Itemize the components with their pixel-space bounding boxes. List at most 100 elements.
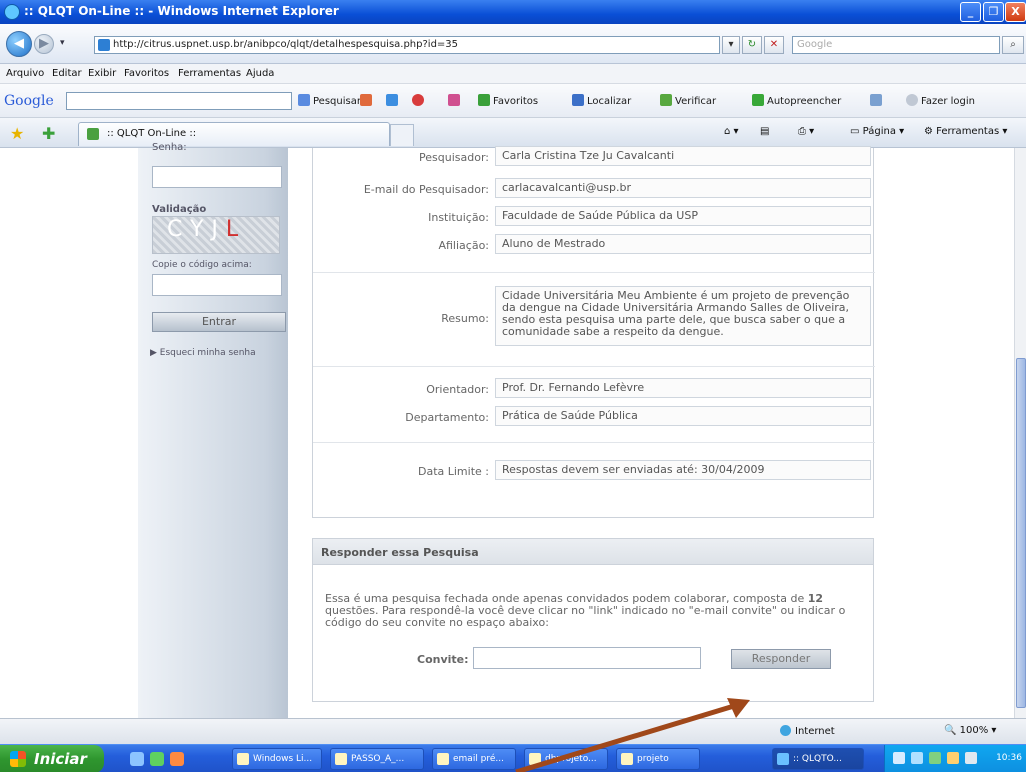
search-input[interactable]: Google xyxy=(792,36,1000,54)
toolbar-pesquisar-label: Pesquisar xyxy=(313,96,361,107)
task-dbprojeto[interactable]: dbprojeto... xyxy=(524,748,608,770)
print-icon[interactable]: ⎙ ▾ xyxy=(798,126,814,137)
taskbar: Iniciar Windows Li... PASSO_A_... email … xyxy=(0,744,1026,772)
menu-favoritos[interactable]: Favoritos xyxy=(124,68,169,79)
task-projeto[interactable]: projeto xyxy=(616,748,700,770)
detail-value: Prof. Dr. Fernando Lefèvre xyxy=(495,378,871,398)
close-button[interactable]: X xyxy=(1005,2,1026,22)
responder-button[interactable]: Responder xyxy=(731,649,831,669)
toolbar-pagerank-icon[interactable] xyxy=(448,94,463,107)
tray-app-icon[interactable] xyxy=(965,752,977,764)
refresh-icon[interactable]: ↻ xyxy=(742,36,762,54)
favorites-star-icon[interactable]: ★ xyxy=(10,124,24,143)
copy-code-label: Copie o código acima: xyxy=(152,260,252,270)
zoom-level[interactable]: 🔍 100% ▾ xyxy=(944,725,996,736)
task-qlqt[interactable]: :: QLQTO... xyxy=(772,748,864,770)
minimize-button[interactable]: _ xyxy=(960,2,981,22)
toolbar-fazer-login[interactable]: Fazer login xyxy=(906,94,975,107)
share-icon xyxy=(360,94,372,106)
ie-quicklaunch-icon[interactable] xyxy=(130,752,144,766)
security-zone[interactable]: Internet xyxy=(780,725,835,737)
star-icon xyxy=(478,94,490,106)
bookmark-icon xyxy=(386,94,398,106)
detail-value: Respostas devem ser enviadas até: 30/04/… xyxy=(495,460,871,480)
toolbar-autopreencher[interactable]: Autopreencher xyxy=(752,94,841,107)
detail-key: Pesquisador: xyxy=(419,151,489,164)
validacao-label: Validação xyxy=(152,204,207,215)
add-favorite-icon[interactable]: ✚ xyxy=(42,124,55,143)
page-icon xyxy=(98,39,110,51)
spellcheck-icon xyxy=(660,94,672,106)
url-dropdown-icon[interactable]: ▾ xyxy=(722,36,740,54)
main-column: Pesquisador: Carla Cristina Tze Ju Caval… xyxy=(288,146,888,718)
globe-icon xyxy=(780,725,791,736)
password-input[interactable] xyxy=(152,166,282,188)
home-icon[interactable]: ⌂ ▾ xyxy=(724,126,739,137)
task-label: email pré... xyxy=(453,754,505,764)
forgot-password-link[interactable]: ▶ Esqueci minha senha xyxy=(150,348,256,358)
page-menu[interactable]: ▭ Página ▾ xyxy=(850,126,904,137)
toolbar-bookmark-icon[interactable] xyxy=(386,94,401,107)
task-passo[interactable]: PASSO_A_... xyxy=(330,748,424,770)
task-email[interactable]: email pré... xyxy=(432,748,516,770)
detail-key: Resumo: xyxy=(441,312,489,325)
app-icon xyxy=(237,753,249,765)
address-bar: ◀ ▶ ▾ http://citrus.uspnet.usp.br/anibpc… xyxy=(0,24,1026,64)
google-search-input[interactable] xyxy=(66,92,292,110)
search-icon[interactable]: ⌕ xyxy=(1002,36,1024,54)
detail-value: carlacavalcanti@usp.br xyxy=(495,178,871,198)
page-icon xyxy=(87,128,99,140)
browser-quicklaunch-icon[interactable] xyxy=(170,752,184,766)
security-icon[interactable] xyxy=(929,752,941,764)
menu-ferramentas[interactable]: Ferramentas xyxy=(178,68,241,79)
tab-qlqt[interactable]: :: QLQT On-Line :: xyxy=(78,122,390,146)
stop-button[interactable]: ✕ xyxy=(764,36,784,54)
history-dropdown-icon[interactable]: ▾ xyxy=(60,38,65,48)
captcha-input[interactable] xyxy=(152,274,282,296)
toolbar-share-icon[interactable] xyxy=(360,94,375,107)
login-icon xyxy=(906,94,918,106)
back-arrow-icon[interactable]: ◀ xyxy=(6,31,32,57)
new-tab-button[interactable] xyxy=(390,124,414,146)
tab-qlqt-label: :: QLQT On-Line :: xyxy=(107,128,197,139)
volume-icon[interactable] xyxy=(911,752,923,764)
toolbar-favoritos[interactable]: Favoritos xyxy=(478,94,538,107)
scrollbar-thumb[interactable] xyxy=(1016,358,1026,708)
feeds-icon[interactable]: ▤ xyxy=(760,126,769,137)
menu-arquivo[interactable]: Arquivo xyxy=(6,68,44,79)
network-icon[interactable] xyxy=(893,752,905,764)
menu-ajuda[interactable]: Ajuda xyxy=(246,68,274,79)
detail-value: Cidade Universitária Meu Ambiente é um p… xyxy=(495,286,871,346)
convite-input[interactable] xyxy=(473,647,701,669)
divider xyxy=(313,442,875,443)
system-tray: 10:36 xyxy=(884,745,1026,772)
entrar-button[interactable]: Entrar xyxy=(152,312,286,332)
toolbar-localizar[interactable]: Localizar xyxy=(572,94,631,107)
task-label: :: QLQTO... xyxy=(793,754,842,764)
toolbar-verificar[interactable]: Verificar xyxy=(660,94,716,107)
window-title-bar[interactable]: :: QLQT On-Line :: - Windows Internet Ex… xyxy=(0,0,1026,24)
block-icon xyxy=(412,94,424,106)
status-bar: Internet 🔍 100% ▾ xyxy=(0,718,1026,744)
media-quicklaunch-icon[interactable] xyxy=(150,752,164,766)
toolbar-settings-icon[interactable] xyxy=(870,94,885,107)
detail-key: Instituição: xyxy=(428,211,489,224)
respond-instructions: Essa é uma pesquisa fechada onde apenas … xyxy=(325,593,861,629)
url-input[interactable]: http://citrus.uspnet.usp.br/anibpco/qlqt… xyxy=(94,36,720,54)
menu-editar[interactable]: Editar xyxy=(52,68,82,79)
toolbar-block-icon[interactable] xyxy=(412,94,427,107)
task-label: PASSO_A_... xyxy=(351,754,405,764)
folder-icon xyxy=(529,753,541,765)
app-icon xyxy=(335,753,347,765)
task-windows-live[interactable]: Windows Li... xyxy=(232,748,322,770)
forward-arrow-icon[interactable]: ▶ xyxy=(34,34,54,54)
detail-key: Departamento: xyxy=(405,411,489,424)
toolbar-pesquisar[interactable]: Pesquisar xyxy=(298,94,361,107)
page-scrollbar[interactable] xyxy=(1014,148,1026,718)
start-button[interactable]: Iniciar xyxy=(0,745,104,772)
maximize-button[interactable]: ❐ xyxy=(983,2,1004,22)
menu-exibir[interactable]: Exibir xyxy=(88,68,116,79)
page-content: Senha: Validação CYJL Copie o código aci… xyxy=(0,142,1026,718)
tools-menu[interactable]: ⚙ Ferramentas ▾ xyxy=(924,126,1007,137)
update-icon[interactable] xyxy=(947,752,959,764)
